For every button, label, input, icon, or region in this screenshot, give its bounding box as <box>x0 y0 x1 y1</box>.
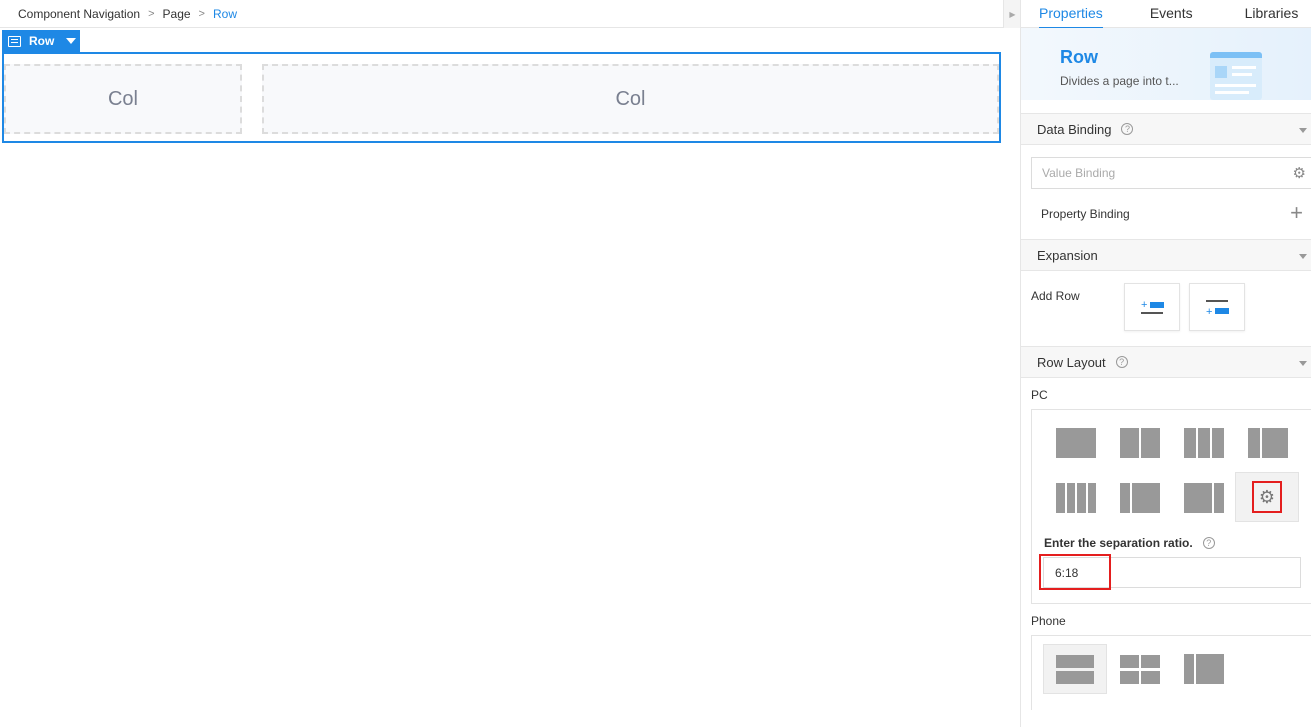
layout-option-2-col[interactable] <box>1108 418 1172 468</box>
component-title: Row <box>1060 47 1098 67</box>
tab-libraries[interactable]: Libraries <box>1245 0 1299 28</box>
component-banner: Row Divides a page into t... <box>1021 28 1311 100</box>
section-title: Data Binding <box>1037 121 1112 137</box>
tab-properties[interactable]: Properties <box>1039 0 1103 29</box>
chevron-right-icon: > <box>148 7 155 20</box>
value-binding-placeholder: Value Binding <box>1042 166 1116 180</box>
section-title: Expansion <box>1037 247 1098 263</box>
caret-down-icon <box>1299 361 1307 366</box>
add-row-above-icon: + <box>1141 299 1148 311</box>
layout-option-custom[interactable]: ⚙ <box>1235 472 1299 522</box>
separation-ratio-text: Enter the separation ratio. <box>1044 536 1193 550</box>
phone-layout-split[interactable] <box>1172 644 1236 694</box>
row-component[interactable]: Col Col <box>2 52 1001 143</box>
component-illustration <box>1210 52 1262 100</box>
row-layout-body: PC ⚙ Enter the separation ratio. ? 6:18 … <box>1021 378 1311 710</box>
component-description: Divides a page into t... <box>1060 74 1179 88</box>
add-row-above-button[interactable]: + <box>1124 283 1180 331</box>
breadcrumb-item-page[interactable]: Page <box>163 7 191 21</box>
separation-ratio-input[interactable]: 6:18 <box>1039 554 1301 590</box>
section-row-layout[interactable]: Row Layout ? <box>1021 346 1311 378</box>
phone-layout-stacked[interactable] <box>1043 644 1107 694</box>
layout-option-1-3-col[interactable] <box>1236 418 1300 468</box>
separation-ratio-value: 6:18 <box>1039 554 1111 590</box>
canvas-area: Component Navigation > Page > Row Row Co… <box>0 0 1003 727</box>
row-selection-tag[interactable]: Row <box>2 30 80 52</box>
chevron-right-icon: > <box>198 7 205 20</box>
caret-down-icon <box>1299 254 1307 259</box>
collapse-panel-toggle[interactable]: ▶ <box>1003 0 1021 28</box>
pc-layout-options: ⚙ Enter the separation ratio.? 6:18 <box>1031 409 1311 604</box>
section-data-binding[interactable]: Data Binding ? <box>1021 113 1311 145</box>
pc-label: PC <box>1031 388 1048 402</box>
help-icon[interactable]: ? <box>1115 356 1128 368</box>
separation-ratio-label: Enter the separation ratio.? <box>1044 536 1215 550</box>
phone-label: Phone <box>1031 614 1066 628</box>
row-icon <box>8 35 21 47</box>
caret-down-icon <box>1299 128 1307 133</box>
help-icon[interactable]: ? <box>1121 123 1134 135</box>
col-label: Col <box>107 87 138 110</box>
section-expansion[interactable]: Expansion <box>1021 239 1311 271</box>
layout-option-1-3-split[interactable] <box>1108 473 1172 523</box>
tab-events[interactable]: Events <box>1150 0 1193 28</box>
row-tag-label: Row <box>29 34 55 48</box>
help-icon[interactable]: ? <box>1202 537 1215 549</box>
phone-layout-options <box>1031 635 1311 710</box>
gear-icon[interactable]: ⚙ <box>1293 166 1306 181</box>
col-label: Col <box>615 87 646 110</box>
section-title: Row Layout <box>1037 354 1106 370</box>
col-component[interactable]: Col <box>4 64 242 134</box>
value-binding-input[interactable]: Value Binding ⚙ <box>1031 157 1311 189</box>
layout-option-3-col[interactable] <box>1172 418 1236 468</box>
add-row-below-button[interactable]: + <box>1189 283 1245 331</box>
caret-down-icon[interactable] <box>66 38 77 44</box>
phone-layout-grid[interactable] <box>1108 644 1172 694</box>
layout-option-3-1-split[interactable] <box>1172 473 1236 523</box>
expansion-body: Add Row + + <box>1021 271 1311 346</box>
chevron-right-icon: ▶ <box>1009 9 1016 19</box>
property-binding-label: Property Binding <box>1041 207 1130 221</box>
property-binding-row: Property Binding + <box>1021 189 1311 239</box>
col-component[interactable]: Col <box>262 64 999 134</box>
layout-option-1-col[interactable] <box>1044 418 1108 468</box>
gear-icon: ⚙ <box>1252 481 1282 513</box>
add-row-label: Add Row <box>1031 289 1080 303</box>
properties-panel: Properties Events Libraries Row Divides … <box>1021 0 1311 727</box>
breadcrumb-item-component-navigation[interactable]: Component Navigation <box>18 7 140 21</box>
breadcrumb: Component Navigation > Page > Row <box>0 0 1003 28</box>
add-row-below-icon: + <box>1206 306 1213 318</box>
panel-tabs: Properties Events Libraries <box>1021 0 1311 29</box>
plus-icon[interactable]: + <box>1290 202 1303 224</box>
breadcrumb-item-row[interactable]: Row <box>213 7 237 21</box>
layout-option-4-col[interactable] <box>1044 473 1108 523</box>
